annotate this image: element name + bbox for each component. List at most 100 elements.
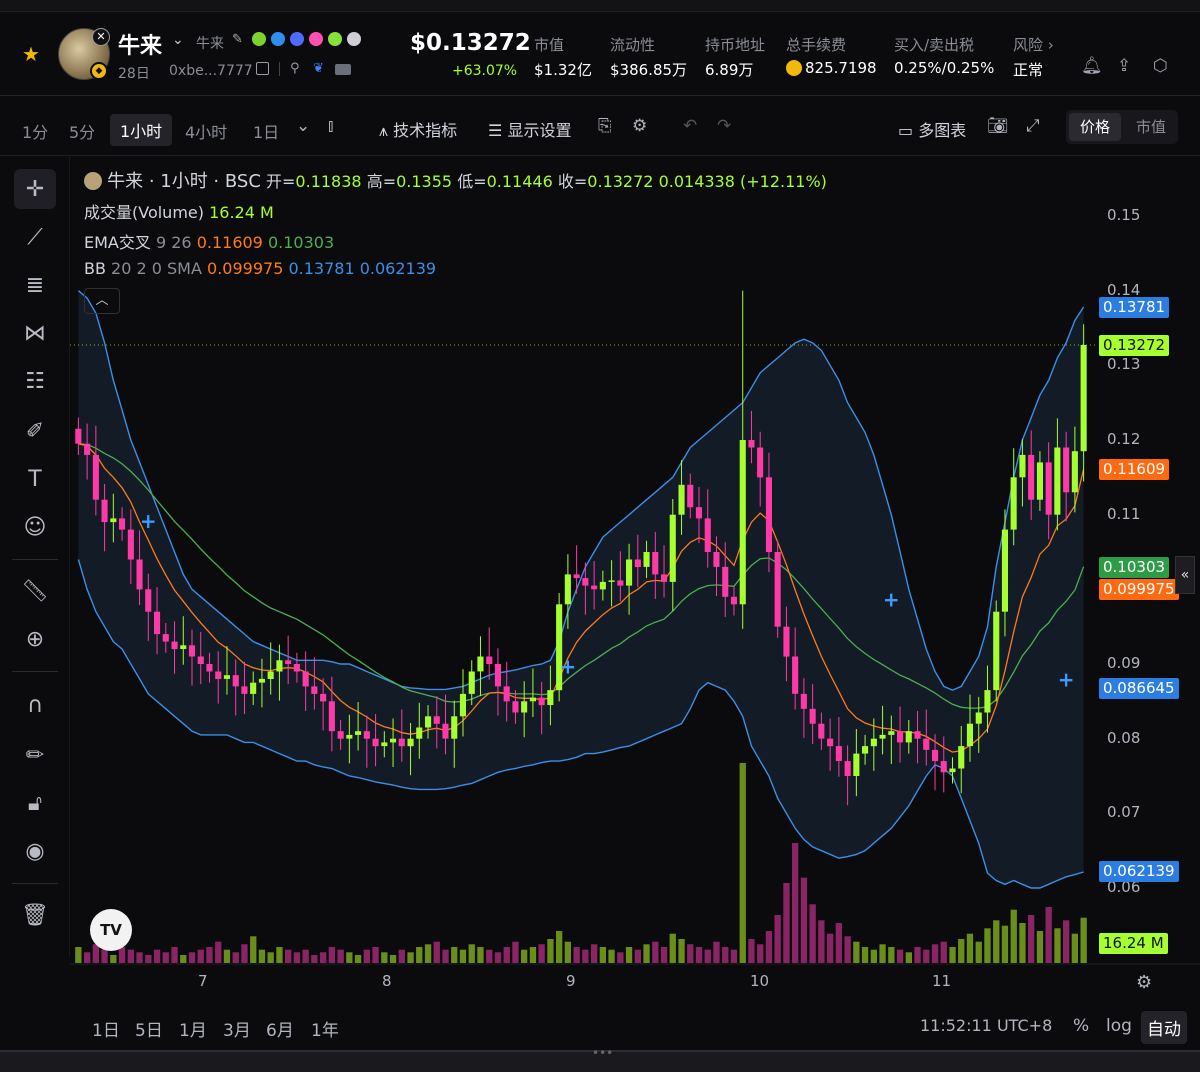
range-6m[interactable]: 6月 bbox=[266, 1016, 294, 1041]
candle-body bbox=[809, 708, 816, 724]
candle-body bbox=[267, 671, 274, 679]
text-icon[interactable]: T bbox=[14, 459, 56, 499]
range-3m[interactable]: 3月 bbox=[223, 1016, 251, 1041]
volume-bar bbox=[188, 952, 196, 963]
indicators-button[interactable]: ⩚ 技术指标 bbox=[379, 117, 457, 141]
panel-resize-bar[interactable]: ••• bbox=[0, 1046, 1200, 1072]
tradingview-logo[interactable]: TV bbox=[90, 909, 132, 951]
favorite-star-icon[interactable]: ★ bbox=[22, 42, 40, 66]
display-settings-button[interactable]: ☰ 显示设置 bbox=[488, 117, 571, 141]
candle-body bbox=[800, 693, 807, 709]
candle-body bbox=[459, 693, 466, 717]
panel-icon[interactable] bbox=[335, 64, 351, 75]
redo-icon[interactable]: ↷ bbox=[717, 116, 731, 136]
website-icon[interactable] bbox=[252, 32, 266, 46]
auto-scale-toggle[interactable]: 自动 bbox=[1141, 1011, 1187, 1044]
candle-body bbox=[1045, 462, 1052, 515]
multi-chart-button[interactable]: ▭ 多图表 bbox=[898, 117, 966, 141]
trash-icon[interactable]: 🗑︎ bbox=[14, 895, 56, 935]
timeframe-1d[interactable]: 1日 bbox=[253, 119, 279, 143]
hexagon-settings-icon[interactable]: ⬡ bbox=[1153, 56, 1168, 76]
volume-bar bbox=[809, 904, 816, 963]
volume-bar bbox=[75, 947, 82, 963]
range-1y[interactable]: 1年 bbox=[311, 1016, 339, 1041]
fullscreen-icon[interactable]: ⤢ bbox=[1026, 116, 1040, 136]
x-icon[interactable]: ✕ bbox=[92, 28, 110, 46]
candle-body bbox=[197, 656, 204, 664]
chart-toolbar: 1分 5分 1小时 4小时 1日 ⌄ ⫾ ⩚ 技术指标 ☰ 显示设置 ⎘ ⚙ ↶… bbox=[0, 98, 1200, 156]
twitter-icon[interactable] bbox=[290, 32, 304, 46]
chart-canvas[interactable]: + + + + bbox=[70, 157, 1200, 1002]
magnet-icon[interactable]: ∩ bbox=[14, 685, 56, 725]
volume-bar bbox=[800, 877, 808, 963]
volume-bar bbox=[914, 947, 921, 963]
clock-timezone[interactable]: 11:52:11 UTC+8 bbox=[920, 1016, 1052, 1035]
price-chart[interactable]: + + + + 牛来 · 1小时 · BSC 开=0.11838 高=0.1355 低… bbox=[70, 157, 1200, 1002]
zoom-in-icon[interactable]: ⊕ bbox=[14, 619, 56, 659]
shield-icon[interactable] bbox=[347, 32, 361, 46]
horizontal-lines-icon[interactable]: ≣ bbox=[14, 265, 56, 305]
chevron-down-icon[interactable]: ⌄ bbox=[172, 32, 184, 48]
ruler-icon[interactable]: 📏︎ bbox=[14, 571, 56, 611]
stat-risk[interactable]: 风险 › 正常 bbox=[1013, 34, 1054, 80]
candle-body bbox=[932, 749, 939, 762]
share-icon[interactable]: ⇪ bbox=[1117, 56, 1131, 76]
pattern-icon[interactable]: ⋈ bbox=[14, 313, 56, 353]
candle-body bbox=[827, 738, 834, 747]
alert-bell-icon[interactable]: 🔔︎ bbox=[1081, 56, 1103, 76]
candle-body bbox=[512, 701, 519, 713]
gear-icon[interactable]: ⚙ bbox=[632, 116, 647, 136]
legend-volume[interactable]: 成交量(Volume) 16.24 M bbox=[84, 199, 274, 223]
fib-icon[interactable]: ☷ bbox=[14, 361, 56, 401]
timeframe-1h[interactable]: 1小时 bbox=[110, 114, 173, 146]
timeframe-1m[interactable]: 1分 bbox=[22, 119, 48, 143]
candle-body bbox=[1071, 451, 1078, 493]
legend-ema[interactable]: EMA交叉 9 26 0.11609 0.10303 bbox=[84, 229, 334, 253]
volume-bar bbox=[599, 947, 606, 963]
crosshair-icon[interactable]: ✛ bbox=[14, 169, 56, 209]
telegram-icon[interactable] bbox=[271, 32, 285, 46]
divider bbox=[12, 559, 58, 560]
range-5d[interactable]: 5日 bbox=[135, 1016, 163, 1041]
brush-icon[interactable]: ✐ bbox=[14, 411, 56, 451]
candle-type-icon[interactable]: ⫾ bbox=[328, 116, 333, 136]
volume-bar bbox=[625, 947, 633, 963]
expand-panel-button[interactable]: « bbox=[1175, 556, 1195, 594]
pink-badge-icon[interactable] bbox=[309, 32, 323, 46]
range-1d[interactable]: 1日 bbox=[92, 1016, 120, 1041]
collapse-legend-button[interactable]: ︿ bbox=[84, 288, 120, 314]
trend-line-icon[interactable]: ⟋ bbox=[14, 217, 56, 257]
leaf-icon[interactable]: ❦ bbox=[313, 61, 324, 76]
volume-bar bbox=[739, 763, 746, 963]
camera-icon[interactable]: 📷︎ bbox=[987, 116, 1009, 136]
timeframe-5m[interactable]: 5分 bbox=[69, 119, 95, 143]
volume-bar bbox=[223, 949, 231, 963]
lock-drawing-icon[interactable]: ✏ bbox=[14, 735, 56, 775]
money-bag-icon[interactable] bbox=[328, 32, 342, 46]
candle-body bbox=[643, 552, 650, 567]
timeframe-4h[interactable]: 4小时 bbox=[185, 119, 227, 143]
emoji-icon[interactable]: ☺ bbox=[14, 507, 56, 547]
drag-handle-icon[interactable]: ••• bbox=[592, 1046, 613, 1060]
volume-bar bbox=[678, 939, 685, 963]
tab-market-cap[interactable]: 市值 bbox=[1126, 113, 1176, 141]
unlock-icon[interactable]: 🔓︎ bbox=[14, 783, 56, 823]
volume-bar bbox=[853, 941, 860, 963]
search-icon[interactable]: ⚲ bbox=[290, 61, 300, 76]
undo-icon[interactable]: ↶ bbox=[683, 116, 697, 136]
range-1m[interactable]: 1月 bbox=[179, 1016, 207, 1041]
axis-settings-icon[interactable]: ⚙ bbox=[1136, 972, 1152, 993]
templates-icon[interactable]: ⎘ bbox=[598, 116, 612, 136]
volume-bar bbox=[451, 947, 458, 963]
percent-scale-toggle[interactable]: % bbox=[1073, 1016, 1089, 1036]
log-scale-toggle[interactable]: log bbox=[1106, 1016, 1132, 1036]
copy-icon[interactable] bbox=[256, 62, 269, 75]
legend-bb[interactable]: BB 20 2 0 SMA 0.099975 0.13781 0.062139 bbox=[84, 259, 436, 278]
timeframe-chevron-icon[interactable]: ⌄ bbox=[296, 116, 310, 136]
edit-icon[interactable]: ✎ bbox=[232, 32, 243, 47]
candle-body bbox=[608, 580, 615, 582]
eye-icon[interactable]: ◉ bbox=[14, 831, 56, 871]
tab-price[interactable]: 价格 bbox=[1069, 113, 1121, 141]
tag-low-marker: 0.086645 bbox=[1099, 678, 1179, 699]
token-name[interactable]: 牛来 bbox=[118, 28, 162, 60]
